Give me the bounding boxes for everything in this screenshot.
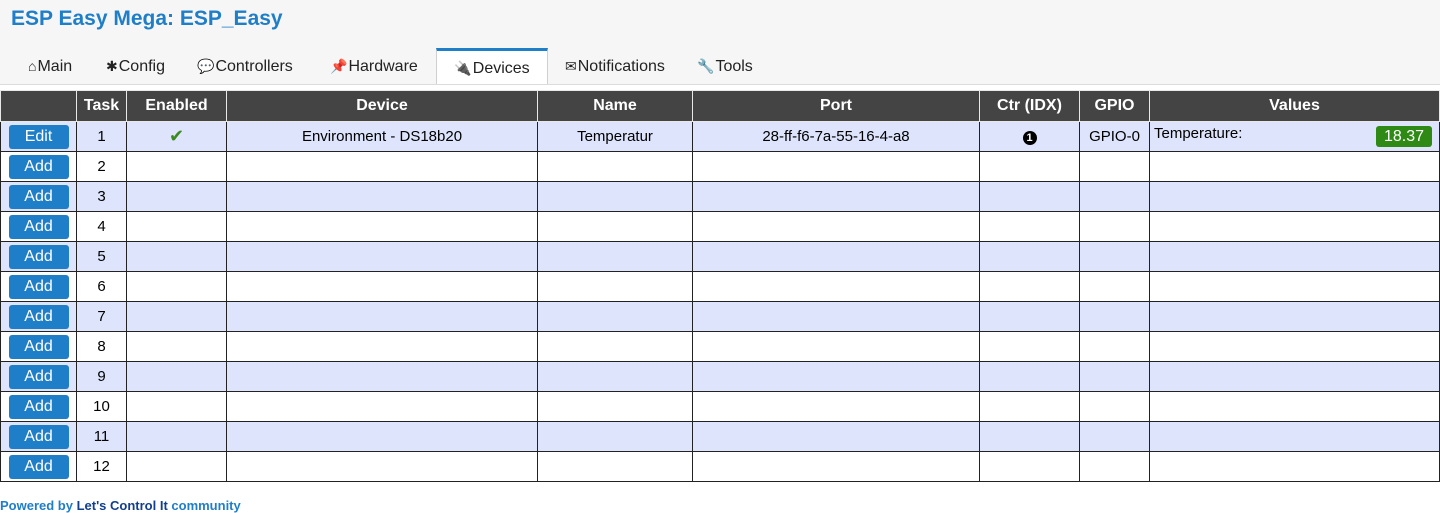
speech-bubble-icon: 💬 bbox=[197, 58, 215, 74]
tab-label: Main bbox=[37, 58, 73, 75]
task-number: 3 bbox=[76, 181, 127, 212]
tab-label: Devices bbox=[472, 60, 530, 77]
add-button[interactable]: Add bbox=[8, 394, 69, 419]
action-cell: Add bbox=[0, 301, 77, 332]
gpio-value: GPIO-0 bbox=[1079, 121, 1150, 152]
pushpin-icon: 📌 bbox=[330, 58, 348, 74]
tab-label: Tools bbox=[715, 58, 753, 75]
envelope-icon: ✉ bbox=[565, 58, 577, 74]
tab-main[interactable]: ⌂Main bbox=[28, 47, 72, 83]
task-name: Temperatur bbox=[537, 121, 693, 152]
task-number: 6 bbox=[76, 271, 127, 302]
footer-prefix: Powered by bbox=[0, 498, 77, 513]
tab-notifications[interactable]: ✉Notifications bbox=[565, 47, 665, 83]
tab-hardware[interactable]: 📌Hardware bbox=[330, 47, 418, 83]
community-link[interactable]: Let's Control It bbox=[77, 498, 168, 513]
add-button[interactable]: Add bbox=[8, 424, 69, 449]
tab-label: Controllers bbox=[215, 58, 293, 75]
add-button[interactable]: Add bbox=[8, 154, 69, 179]
action-cell: Add bbox=[0, 271, 77, 302]
table-row: Add 11 bbox=[0, 421, 1440, 452]
app-title: ESP Easy Mega: ESP_Easy bbox=[11, 7, 283, 30]
footer-suffix: community bbox=[167, 498, 241, 513]
edit-button[interactable]: Edit bbox=[8, 124, 69, 149]
device-name: Environment - DS18b20 bbox=[226, 121, 538, 152]
tab-label: Config bbox=[118, 58, 165, 75]
checkmark-icon: ✔ bbox=[168, 126, 185, 146]
table-row: Add 10 bbox=[0, 391, 1440, 422]
controller-number-icon: 1 bbox=[1022, 131, 1037, 145]
tab-config[interactable]: ✱Config bbox=[106, 47, 165, 83]
table-header-row: Task Enabled Device Name Port Ctr (IDX) … bbox=[0, 90, 1440, 122]
task-number: 9 bbox=[76, 361, 127, 392]
port-value: 28-ff-f6-7a-55-16-4-a8 bbox=[692, 121, 980, 152]
tab-label: Notifications bbox=[577, 58, 665, 75]
column-header: GPIO bbox=[1079, 90, 1150, 122]
action-cell: Add bbox=[0, 391, 77, 422]
task-number: 2 bbox=[76, 151, 127, 182]
plug-icon: 🔌 bbox=[454, 60, 472, 76]
action-cell: Add bbox=[0, 211, 77, 242]
action-cell: Add bbox=[0, 151, 77, 182]
action-cell: Add bbox=[0, 241, 77, 272]
footer: Powered by Let's Control It community bbox=[0, 498, 241, 513]
add-button[interactable]: Add bbox=[8, 454, 69, 479]
task-number: 8 bbox=[76, 331, 127, 362]
tab-devices[interactable]: 🔌Devices bbox=[436, 48, 548, 84]
page-header: ESP Easy Mega: ESP_Easy ⌂Main ✱Config 💬C… bbox=[0, 0, 1440, 85]
tab-bar: ⌂Main ✱Config 💬Controllers 📌Hardware 🔌De… bbox=[0, 44, 1440, 84]
table-row: Add 9 bbox=[0, 361, 1440, 392]
wrench-icon: 🔧 bbox=[697, 58, 715, 74]
table-row: Edit 1 ✔ Environment - DS18b20 Temperatu… bbox=[0, 121, 1440, 152]
action-cell: Edit bbox=[0, 121, 77, 152]
task-number: 1 bbox=[76, 121, 127, 152]
table-row: Add 5 bbox=[0, 241, 1440, 272]
table-row: Add 8 bbox=[0, 331, 1440, 362]
task-number: 5 bbox=[76, 241, 127, 272]
value-badge: 18.37 bbox=[1375, 126, 1432, 147]
task-number: 10 bbox=[76, 391, 127, 422]
column-header: Device bbox=[226, 90, 538, 122]
add-button[interactable]: Add bbox=[8, 364, 69, 389]
column-header: Task bbox=[76, 90, 127, 122]
add-button[interactable]: Add bbox=[8, 184, 69, 209]
column-header: Port bbox=[692, 90, 980, 122]
tab-controllers[interactable]: 💬Controllers bbox=[197, 47, 293, 83]
column-header: Ctr (IDX) bbox=[979, 90, 1080, 122]
table-row: Add 3 bbox=[0, 181, 1440, 212]
action-cell: Add bbox=[0, 181, 77, 212]
action-cell: Add bbox=[0, 421, 77, 452]
column-header bbox=[0, 90, 77, 122]
values-cell: Temperature: 18.37 bbox=[1149, 121, 1440, 152]
action-cell: Add bbox=[0, 451, 77, 482]
add-button[interactable]: Add bbox=[8, 304, 69, 329]
home-icon: ⌂ bbox=[28, 58, 37, 74]
table-row: Add 12 bbox=[0, 451, 1440, 482]
task-number: 11 bbox=[76, 421, 127, 452]
tab-label: Hardware bbox=[348, 58, 418, 75]
enabled-cell: ✔ bbox=[126, 121, 227, 152]
column-header: Enabled bbox=[126, 90, 227, 122]
task-number: 4 bbox=[76, 211, 127, 242]
tab-tools[interactable]: 🔧Tools bbox=[697, 47, 753, 83]
column-header: Name bbox=[537, 90, 693, 122]
action-cell: Add bbox=[0, 361, 77, 392]
task-number: 12 bbox=[76, 451, 127, 482]
devices-table: Task Enabled Device Name Port Ctr (IDX) … bbox=[0, 90, 1440, 482]
table-row: Add 7 bbox=[0, 301, 1440, 332]
add-button[interactable]: Add bbox=[8, 214, 69, 239]
table-row: Add 4 bbox=[0, 211, 1440, 242]
value-label: Temperature: bbox=[1154, 125, 1243, 142]
add-button[interactable]: Add bbox=[8, 244, 69, 269]
table-row: Add 2 bbox=[0, 151, 1440, 182]
column-header: Values bbox=[1149, 90, 1440, 122]
table-row: Add 6 bbox=[0, 271, 1440, 302]
add-button[interactable]: Add bbox=[8, 274, 69, 299]
gear-icon: ✱ bbox=[106, 58, 118, 74]
add-button[interactable]: Add bbox=[8, 334, 69, 359]
action-cell: Add bbox=[0, 331, 77, 362]
controller-idx-cell: 1 bbox=[979, 121, 1080, 152]
task-number: 7 bbox=[76, 301, 127, 332]
